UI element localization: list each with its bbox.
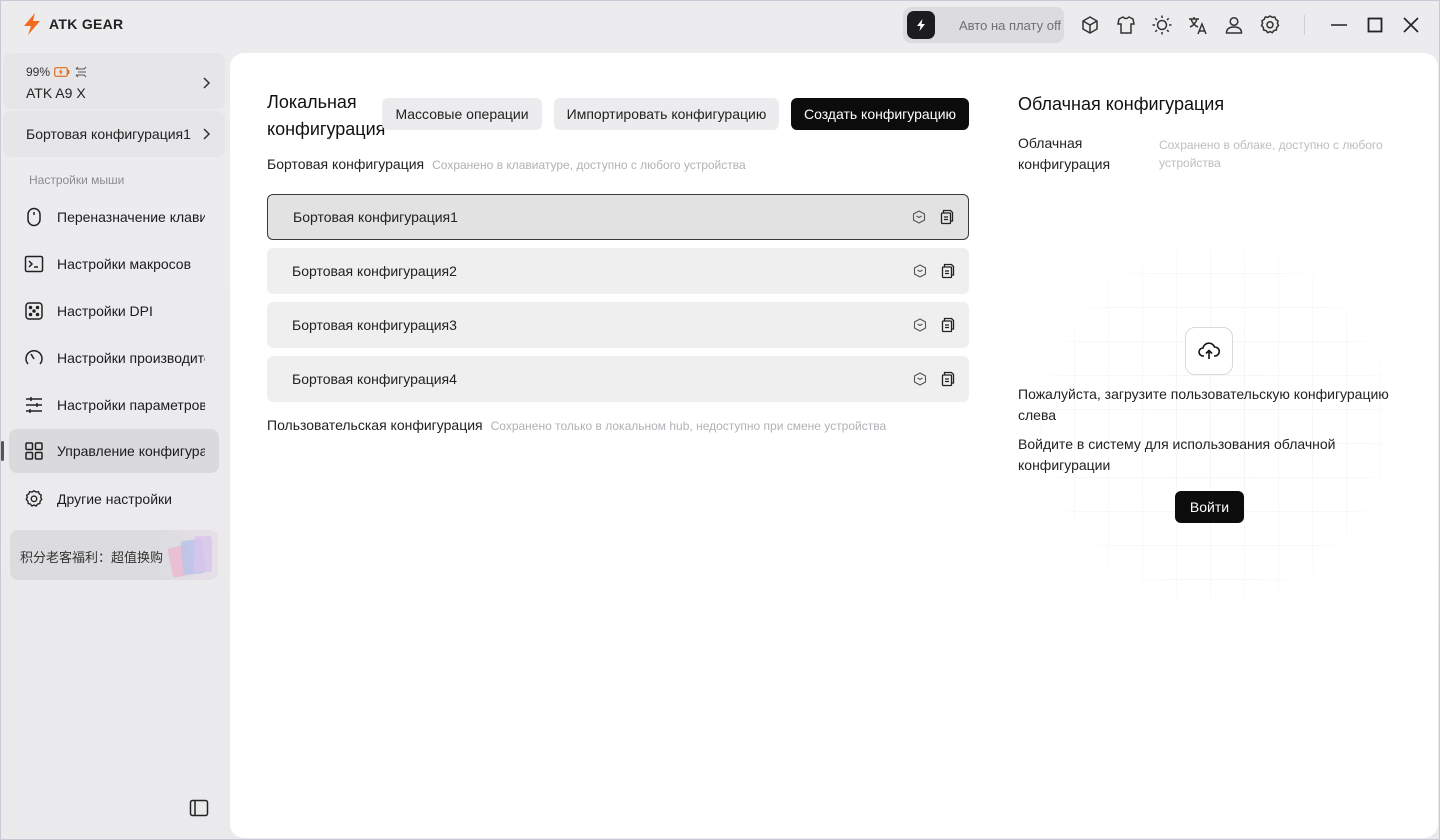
battery-status: 99% [26, 65, 88, 79]
section-title-mouse-settings: Настройки мыши [29, 173, 125, 187]
cube-icon[interactable] [911, 370, 929, 388]
cube-icon[interactable] [1078, 13, 1102, 37]
local-config-title: Локальная конфигурация [267, 92, 386, 139]
device-name: ATK A9 X [26, 85, 86, 101]
title-bar: ATK GEAR Авто на плату off [1, 1, 1439, 49]
sidebar-item-macros[interactable]: Настройки макросов [9, 242, 219, 286]
promo-banner[interactable]: 积分老客福利：超值换购 [10, 530, 218, 580]
shirt-icon[interactable] [1114, 13, 1138, 37]
brightness-icon[interactable] [1150, 13, 1174, 37]
cloud-config-title: Облачная конфигурация [1018, 94, 1225, 114]
create-config-button[interactable]: Создать конфигурацию [791, 98, 969, 130]
onboard-section-title: Бортовая конфигурация [267, 156, 425, 172]
toggle-label: Авто на плату off [959, 17, 1061, 33]
sidebar-item-parameters[interactable]: Настройки параметров [9, 383, 219, 427]
export-file-icon[interactable] [939, 262, 957, 280]
battery-percent: 99% [26, 65, 51, 79]
battery-charging-icon [54, 67, 70, 77]
sidebar-item-other-settings[interactable]: Другие настройки [9, 477, 219, 521]
sliders-icon [24, 395, 44, 415]
sidebar-item-label: Настройки макросов [57, 256, 192, 272]
config-name: Бортовая конфигурация3 [292, 317, 457, 333]
config-item-2[interactable]: Бортовая конфигурация2 [267, 248, 969, 294]
sidebar-item-key-remap[interactable]: Переназначение клавиш [9, 195, 219, 239]
config-name: Бортовая конфигурация2 [292, 263, 457, 279]
user-icon[interactable] [1222, 13, 1246, 37]
config-item-3[interactable]: Бортовая конфигурация3 [267, 302, 969, 348]
cube-icon[interactable] [911, 262, 929, 280]
sidebar-item-label: Настройки параметров [57, 397, 205, 413]
titlebar-divider [1304, 15, 1305, 35]
gauge-icon [24, 348, 44, 368]
active-indicator [1, 441, 4, 461]
terminal-icon [24, 254, 44, 274]
cube-icon[interactable] [910, 208, 928, 226]
maximize-icon[interactable] [1363, 13, 1387, 37]
user-section-title: Пользовательская конфигурация [267, 417, 483, 433]
login-button[interactable]: Войти [1175, 491, 1244, 523]
config-name: Бортовая конфигурация4 [292, 371, 457, 387]
onboard-config-label: Бортовая конфигурация1 [26, 126, 191, 142]
brand-logo: ATK GEAR [19, 11, 123, 37]
cloud-config-label: Облачная конфигурация [1018, 135, 1111, 172]
lightning-icon [917, 19, 925, 31]
lightning-logo-icon [24, 13, 40, 35]
device-card[interactable]: 99% ATK A9 X [3, 53, 225, 109]
sidebar-collapse-icon[interactable] [189, 799, 209, 817]
cloud-upload-button[interactable] [1185, 327, 1233, 375]
dice-icon [24, 301, 44, 321]
sidebar-item-label: Переназначение клавиш [57, 209, 205, 225]
cloud-upload-icon [1198, 342, 1221, 359]
sidebar-item-label: Настройки DPI [57, 303, 153, 319]
grid-icon [24, 441, 44, 461]
export-file-icon[interactable] [939, 316, 957, 334]
config-name: Бортовая конфигурация1 [293, 209, 458, 225]
main-panel: Локальная конфигурация Массовые операции… [230, 53, 1438, 838]
app-window: ATK GEAR Авто на плату off 99% ATK A9 X … [0, 0, 1440, 840]
export-file-icon[interactable] [939, 370, 957, 388]
user-section-header: Пользовательская конфигурация Сохранено … [267, 417, 886, 433]
sidebar-item-dpi[interactable]: Настройки DPI [9, 289, 219, 333]
sidebar-item-performance[interactable]: Настройки производительности [9, 336, 219, 380]
bulk-operations-button[interactable]: Массовые операции [382, 98, 542, 130]
minimize-icon[interactable] [1327, 13, 1351, 37]
translate-icon[interactable] [1186, 13, 1210, 37]
sidebar: 99% ATK A9 X Бортовая конфигурация1 Наст… [1, 49, 229, 839]
brand-name: ATK GEAR [49, 16, 124, 32]
import-config-button[interactable]: Импортировать конфигурацию [554, 98, 779, 130]
cloud-config-hint: Сохранено в облаке, доступно с любого ус… [1159, 138, 1383, 170]
chevron-right-icon [203, 128, 211, 140]
settings-icon[interactable] [1258, 13, 1282, 37]
export-file-icon[interactable] [938, 208, 956, 226]
mouse-icon [24, 207, 44, 227]
onboard-config-selector[interactable]: Бортовая конфигурация1 [3, 111, 225, 157]
config-item-1[interactable]: Бортовая конфигурация1 [267, 194, 969, 240]
config-item-4[interactable]: Бортовая конфигурация4 [267, 356, 969, 402]
sidebar-item-config-management[interactable]: Управление конфигурациями [9, 429, 219, 473]
toggle-knob [907, 11, 935, 39]
sidebar-item-label: Настройки производительности [57, 350, 205, 366]
upload-config-message: Пожалуйста, загрузите пользовательскую к… [1018, 386, 1389, 423]
sidebar-item-label: Другие настройки [57, 491, 172, 507]
login-prompt-message: Войдите в систему для использования обла… [1018, 436, 1336, 473]
promo-text: 积分老客福利：超值换购 [20, 550, 164, 565]
gear-icon [24, 489, 44, 509]
chevron-right-icon [203, 77, 211, 89]
sidebar-item-label: Управление конфигурациями [57, 443, 205, 459]
onboard-section-hint: Сохранено в клавиатуре, доступно с любог… [432, 158, 746, 172]
auto-onboard-toggle[interactable]: Авто на плату off [903, 7, 1064, 43]
wireless-dongle-icon [75, 66, 87, 78]
user-section-hint: Сохранено только в локальном hub, недост… [490, 419, 887, 433]
keyboard-promo-image [167, 536, 212, 578]
onboard-section-header: Бортовая конфигурация Сохранено в клавиа… [267, 156, 746, 172]
close-icon[interactable] [1399, 13, 1423, 37]
cube-icon[interactable] [911, 316, 929, 334]
